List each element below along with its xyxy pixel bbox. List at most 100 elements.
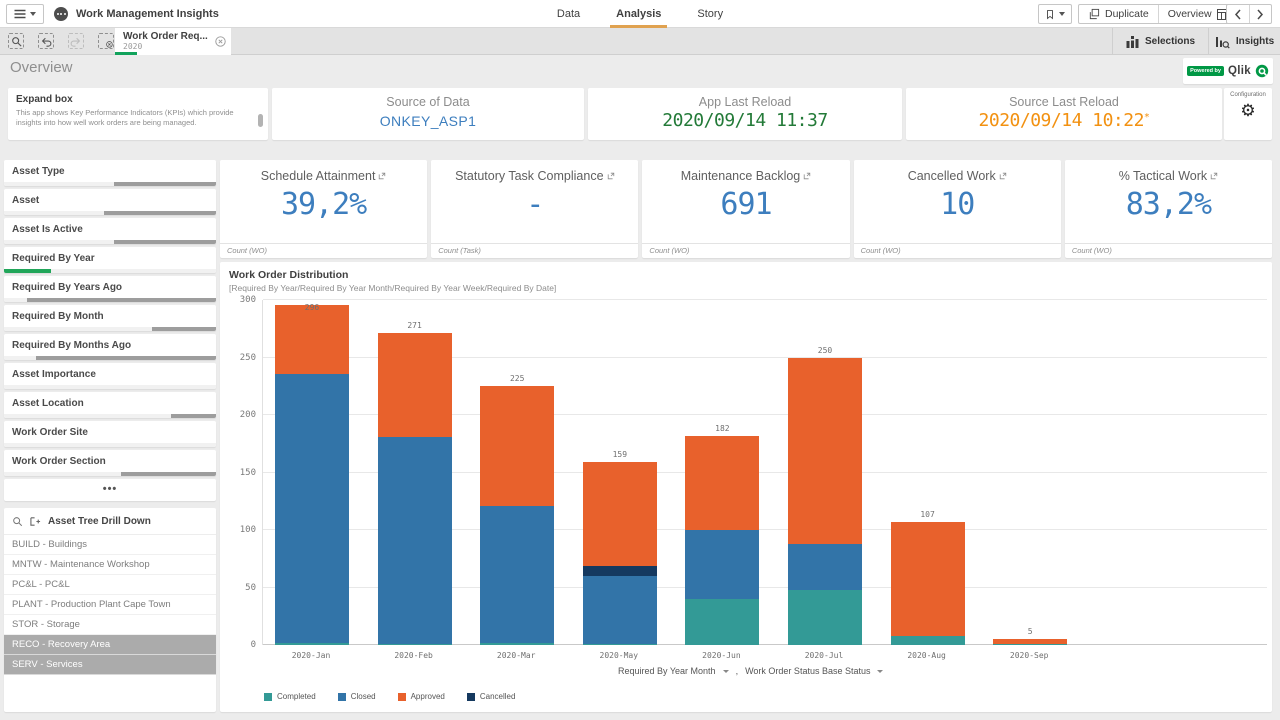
bookmark-button[interactable]: [1038, 4, 1072, 24]
bar-completed-2020-jan[interactable]: [275, 643, 349, 645]
sheet-tab-title: Work Order Req...: [123, 31, 208, 42]
source-last-reload-card: Source Last Reload 2020/09/14 10:22*: [906, 88, 1222, 140]
kpi-title-text: % Tactical Work: [1119, 169, 1207, 183]
tab-data[interactable]: Data: [557, 0, 580, 28]
kpi-title: Statutory Task Compliance: [431, 169, 638, 183]
tree-item-reco[interactable]: RECO - Recovery Area: [4, 635, 216, 655]
filter-asset-importance[interactable]: Asset Importance: [4, 363, 216, 389]
bar-total-2020-mar: 225: [482, 374, 552, 383]
search-icon: [11, 36, 22, 47]
app-last-reload-value: 2020/09/14 11:37: [588, 110, 902, 131]
powered-by-qlik-badge[interactable]: Powered by Qlik: [1183, 58, 1273, 84]
series-dimension-selector[interactable]: Work Order Status Base Status: [745, 666, 870, 676]
clear-selections-button[interactable]: [98, 33, 114, 49]
selections-tool-button[interactable]: Selections: [1112, 28, 1208, 55]
bar-completed-2020-feb[interactable]: [378, 644, 452, 645]
bar-completed-2020-jun[interactable]: [685, 599, 759, 645]
selection-segment-gray: [171, 414, 216, 418]
y-tick-200: 200: [220, 410, 256, 420]
bar-completed-2020-may[interactable]: [583, 644, 657, 645]
open-link-icon: [800, 169, 811, 183]
kpi-cancelled-work[interactable]: Cancelled Work10Count (WO): [854, 160, 1061, 258]
kpi-maintenance-backlog[interactable]: Maintenance Backlog691Count (WO): [642, 160, 849, 258]
filter-required-by-months-ago[interactable]: Required By Months Ago: [4, 334, 216, 360]
more-filters-button[interactable]: •••: [4, 479, 216, 501]
kpi-schedule-attainment[interactable]: Schedule Attainment39,2%Count (WO): [220, 160, 427, 258]
tree-item-plant[interactable]: PLANT - Production Plant Cape Town: [4, 595, 216, 615]
bar-total-2020-may: 159: [585, 450, 655, 459]
expand-box-card[interactable]: Expand box This app shows Key Performanc…: [8, 88, 268, 140]
tree-item-stor[interactable]: STOR - Storage: [4, 615, 216, 635]
legend-item-approved[interactable]: Approved: [398, 692, 445, 701]
bar-cancelled-2020-may[interactable]: [583, 566, 657, 576]
bar-completed-2020-mar[interactable]: [480, 643, 554, 645]
redo-arrow-icon: [70, 36, 82, 47]
duplicate-button[interactable]: Duplicate: [1079, 5, 1159, 23]
insights-tool-button[interactable]: Insights: [1208, 28, 1280, 55]
scrollbar-thumb[interactable]: [258, 114, 263, 127]
selection-step-back-button[interactable]: [38, 33, 54, 49]
tree-item-mntw[interactable]: MNTW - Maintenance Workshop: [4, 555, 216, 575]
kpi-tactical-work[interactable]: % Tactical Work83,2%Count (WO): [1065, 160, 1272, 258]
bar-closed-2020-jun[interactable]: [685, 530, 759, 599]
next-sheet-button[interactable]: [1250, 5, 1272, 23]
bar-approved-2020-jul[interactable]: [788, 358, 862, 544]
filter-asset-is-active[interactable]: Asset Is Active: [4, 218, 216, 244]
tree-item-pc-l[interactable]: PC&L - PC&L: [4, 575, 216, 595]
bar-completed-2020-aug[interactable]: [891, 636, 965, 645]
asset-tree-header: Asset Tree Drill Down: [4, 508, 216, 535]
selection-segment-light: [4, 182, 114, 186]
bar-approved-2020-aug[interactable]: [891, 522, 965, 636]
undo-arrow-icon: [40, 36, 52, 47]
legend-item-closed[interactable]: Closed: [338, 692, 376, 701]
configuration-card[interactable]: Configuration ⚙: [1224, 88, 1272, 140]
bar-approved-2020-jan[interactable]: [275, 305, 349, 374]
tree-item-build[interactable]: BUILD - Buildings: [4, 535, 216, 555]
dimension-selectors: Required By Year Month , Work Order Stat…: [618, 666, 883, 676]
bar-closed-2020-jan[interactable]: [275, 374, 349, 643]
bar-closed-2020-mar[interactable]: [480, 506, 554, 643]
bar-approved-2020-feb[interactable]: [378, 333, 452, 437]
legend-item-completed[interactable]: Completed: [264, 692, 316, 701]
bar-completed-2020-jul[interactable]: [788, 590, 862, 645]
gear-icon[interactable]: ⚙: [1224, 101, 1272, 120]
legend-item-cancelled[interactable]: Cancelled: [467, 692, 516, 701]
smart-search-button[interactable]: [8, 33, 24, 49]
filter-label: Asset Is Active: [4, 218, 216, 235]
bar-closed-2020-jul[interactable]: [788, 544, 862, 590]
chevron-left-icon: [1234, 9, 1242, 20]
bar-approved-2020-mar[interactable]: [480, 386, 554, 506]
tree-item-serv[interactable]: SERV - Services: [4, 655, 216, 675]
bar-total-2020-jul: 250: [790, 346, 860, 355]
bar-approved-2020-jun[interactable]: [685, 436, 759, 530]
tab-label: Data: [557, 8, 580, 20]
bar-approved-2020-may[interactable]: [583, 462, 657, 566]
chart-subtitle: [Required By Year/Required By Year Month…: [229, 283, 556, 293]
selections-label: Selections: [1145, 36, 1195, 47]
active-sheet-tab[interactable]: Work Order Req... 2020: [115, 28, 231, 55]
filter-asset[interactable]: Asset: [4, 189, 216, 215]
bar-closed-2020-feb[interactable]: [378, 437, 452, 644]
kpi-title: Cancelled Work: [854, 169, 1061, 183]
close-tab-button[interactable]: [215, 34, 226, 52]
filter-required-by-year[interactable]: Required By Year: [4, 247, 216, 273]
selection-step-forward-button[interactable]: [68, 33, 84, 49]
open-link-icon: [604, 169, 615, 183]
bar-closed-2020-may[interactable]: [583, 576, 657, 644]
x-dimension-selector[interactable]: Required By Year Month: [618, 666, 716, 676]
kpi-statutory-task-compliance[interactable]: Statutory Task Compliance-Count (Task): [431, 160, 638, 258]
selection-segment-light: [4, 211, 104, 215]
bar-completed-2020-sep[interactable]: [993, 644, 1067, 645]
filter-work-order-site[interactable]: Work Order Site: [4, 421, 216, 447]
bar-total-2020-sep: 5: [995, 627, 1065, 636]
search-icon[interactable]: [12, 516, 23, 527]
tab-story[interactable]: Story: [697, 0, 723, 28]
filter-work-order-section[interactable]: Work Order Section: [4, 450, 216, 476]
tab-analysis[interactable]: Analysis: [616, 0, 661, 28]
filter-required-by-month[interactable]: Required By Month: [4, 305, 216, 331]
bar-approved-2020-sep[interactable]: [993, 639, 1067, 644]
filter-asset-type[interactable]: Asset Type: [4, 160, 216, 186]
filter-required-by-years-ago[interactable]: Required By Years Ago: [4, 276, 216, 302]
filter-asset-location[interactable]: Asset Location: [4, 392, 216, 418]
previous-sheet-button[interactable]: [1227, 5, 1250, 23]
